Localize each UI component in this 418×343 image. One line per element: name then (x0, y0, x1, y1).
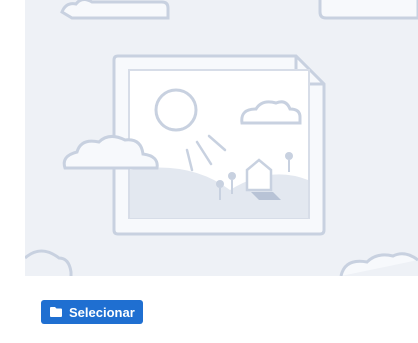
image-upload-card: Selecionar (0, 0, 418, 343)
image-placeholder-illustration (25, 0, 418, 276)
sun-shape (154, 88, 198, 132)
select-button-label: Selecionar (69, 304, 135, 320)
image-preview-area[interactable] (25, 0, 418, 276)
folder-icon (49, 306, 63, 318)
select-button[interactable]: Selecionar (41, 300, 143, 324)
upload-footer: Selecionar (25, 276, 418, 343)
